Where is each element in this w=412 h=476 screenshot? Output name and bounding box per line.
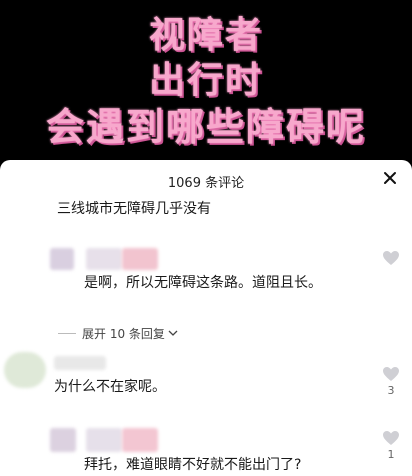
banner-title-line-3: 会遇到哪些障碍呢 [45, 105, 366, 149]
comment-text: 三线城市无障碍几乎没有 [57, 201, 211, 217]
username-redacted [54, 356, 106, 370]
reply-text: 拜托，难道眼睛不好就不能出门了? [84, 457, 302, 473]
avatar [4, 352, 46, 388]
reply-text: 是啊，所以无障碍这条路。道阻且长。 [84, 275, 322, 291]
username-redacted [86, 428, 122, 452]
username-redacted [122, 428, 158, 452]
username-redacted [86, 248, 122, 270]
like-count: 3 [387, 384, 395, 397]
username-redacted [122, 248, 158, 270]
like-button[interactable] [381, 250, 401, 266]
like-count: 1 [387, 448, 395, 461]
heart-icon [383, 431, 399, 445]
like-button[interactable]: 1 [381, 430, 401, 461]
divider [58, 332, 76, 334]
close-icon[interactable] [382, 170, 398, 186]
video-banner: 视障者 出行时 会遇到哪些障碍呢 [0, 0, 412, 160]
heart-icon [383, 367, 399, 381]
avatar [50, 248, 74, 270]
expand-replies-label: 展开 10 条回复 [82, 326, 165, 341]
like-button[interactable]: 3 [381, 366, 401, 397]
heart-icon [383, 251, 399, 265]
expand-replies-button[interactable]: 展开 10 条回复 [58, 324, 178, 342]
comments-count-title: 1069 条评论 [167, 176, 245, 191]
comments-sheet: 1069 条评论 三线城市无障碍几乎没有 是啊，所以无障碍这条路。道阻且长。 展… [0, 160, 412, 476]
chevron-down-icon [168, 330, 178, 336]
comment-text: 为什么不在家呢。 [54, 379, 166, 395]
avatar [50, 428, 76, 452]
